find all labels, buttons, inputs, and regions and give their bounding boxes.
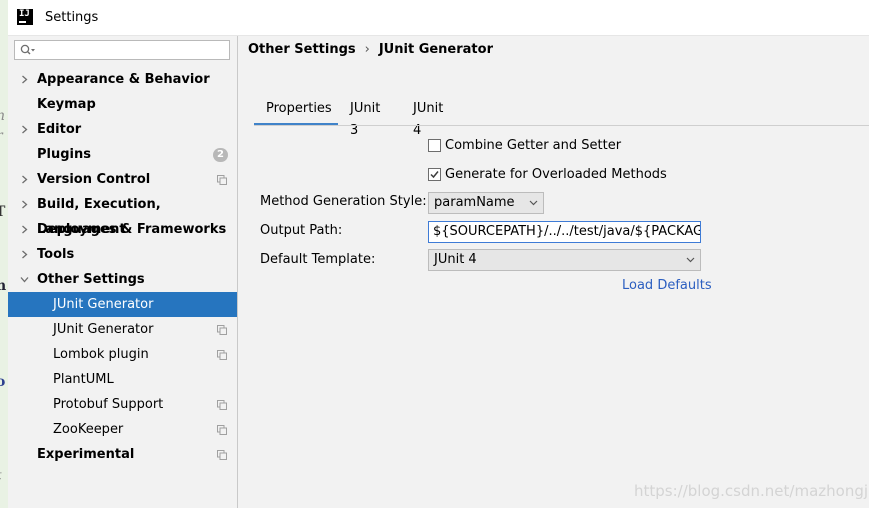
project-settings-copy-icon xyxy=(217,425,227,435)
chevron-right-icon[interactable] xyxy=(20,125,29,134)
intellij-logo-icon: IJ xyxy=(17,9,33,25)
background-window-strip: n r T n o t xyxy=(0,0,8,508)
breadcrumb-current: JUnit Generator xyxy=(378,42,493,57)
sidebar-item-junit-generator[interactable]: JUnit Generator xyxy=(8,317,237,342)
tab-junit-4[interactable]: JUnit 4 xyxy=(413,98,443,138)
background-glyph: n xyxy=(0,108,5,124)
tab-divider xyxy=(254,125,869,126)
chevron-right-icon[interactable] xyxy=(20,250,29,259)
sidebar-item-tools[interactable]: Tools xyxy=(8,242,237,267)
sidebar-item-label: JUnit Generator xyxy=(53,322,154,337)
breadcrumb-parent[interactable]: Other Settings xyxy=(248,42,356,57)
sidebar-item-plugins[interactable]: Plugins 2 xyxy=(8,142,237,167)
sidebar-item-plantuml[interactable]: PlantUML xyxy=(8,367,237,392)
update-count-badge: 2 xyxy=(213,148,228,162)
method-style-value: paramName xyxy=(434,195,515,210)
window-title: Settings xyxy=(45,10,99,25)
sidebar-item-label: Editor xyxy=(37,122,82,137)
settings-sidebar: Appearance & Behavior Keymap Editor Plug… xyxy=(8,36,238,508)
sidebar-item-junit-generator-selected[interactable]: JUnit Generator xyxy=(8,292,237,317)
sidebar-item-label: Keymap xyxy=(37,97,96,112)
checkbox-label: Combine Getter and Setter xyxy=(445,138,622,153)
search-input[interactable] xyxy=(14,40,230,60)
chevron-down-icon xyxy=(686,257,695,263)
chevron-right-icon[interactable] xyxy=(20,75,29,84)
sidebar-item-label: Other Settings xyxy=(37,272,145,287)
search-icon xyxy=(20,44,35,55)
method-style-select[interactable]: paramName xyxy=(428,192,544,214)
load-defaults-link[interactable]: Load Defaults xyxy=(622,278,712,293)
tab-properties[interactable]: Properties xyxy=(254,98,338,126)
sidebar-item-lombok-plugin[interactable]: Lombok plugin xyxy=(8,342,237,367)
chevron-down-icon[interactable] xyxy=(20,275,29,284)
chevron-right-icon[interactable] xyxy=(20,225,29,234)
settings-content-panel: Other Settings › JUnit Generator Propertie… xyxy=(238,36,869,508)
output-path-field[interactable]: ${SOURCEPATH}/../../test/java/${PACKAGE}… xyxy=(428,221,701,243)
background-glyph: n xyxy=(0,278,7,294)
output-path-label: Output Path: xyxy=(260,223,343,238)
watermark-text: https://blog.csdn.net/mazhongjia xyxy=(634,482,869,500)
settings-tree: Appearance & Behavior Keymap Editor Plug… xyxy=(8,67,237,467)
checkbox-label: Generate for Overloaded Methods xyxy=(445,167,667,182)
window-titlebar: IJ Settings xyxy=(8,0,869,36)
method-style-label: Method Generation Style: xyxy=(260,194,427,209)
tab-junit-3[interactable]: JUnit 3 xyxy=(350,98,380,138)
sidebar-item-languages-frameworks[interactable]: Languages & Frameworks xyxy=(8,217,237,242)
default-template-value: JUnit 4 xyxy=(434,252,477,267)
sidebar-item-label: JUnit Generator xyxy=(53,297,154,312)
generate-overloaded-checkbox[interactable] xyxy=(428,168,441,181)
project-settings-copy-icon xyxy=(217,325,227,335)
sidebar-item-label: Protobuf Support xyxy=(53,397,164,412)
background-glyph: T xyxy=(0,204,6,220)
sidebar-item-label: Lombok plugin xyxy=(53,347,149,362)
sidebar-item-other-settings[interactable]: Other Settings xyxy=(8,267,237,292)
default-template-label: Default Template: xyxy=(260,252,376,267)
background-glyph: r xyxy=(0,128,3,144)
sidebar-item-protobuf-support[interactable]: Protobuf Support xyxy=(8,392,237,417)
sidebar-item-label: Languages & Frameworks xyxy=(37,222,227,237)
sidebar-item-experimental[interactable]: Experimental xyxy=(8,442,237,467)
sidebar-item-version-control[interactable]: Version Control xyxy=(8,167,237,192)
sidebar-item-label: Appearance & Behavior xyxy=(37,72,210,87)
chevron-down-icon xyxy=(529,200,538,206)
sidebar-item-label: ZooKeeper xyxy=(53,422,124,437)
sidebar-item-label: Tools xyxy=(37,247,75,262)
sidebar-item-appearance-behavior[interactable]: Appearance & Behavior xyxy=(8,67,237,92)
breadcrumb: Other Settings › JUnit Generator xyxy=(248,42,493,57)
background-glyph: t xyxy=(0,468,2,484)
project-settings-copy-icon xyxy=(217,400,227,410)
sidebar-item-zookeeper[interactable]: ZooKeeper xyxy=(8,417,237,442)
sidebar-item-editor[interactable]: Editor xyxy=(8,117,237,142)
sidebar-item-label: Version Control xyxy=(37,172,151,187)
sidebar-item-keymap[interactable]: Keymap xyxy=(8,92,237,117)
sidebar-item-label: Experimental xyxy=(37,447,135,462)
project-settings-copy-icon xyxy=(217,175,227,185)
background-glyph: o xyxy=(0,374,6,390)
chevron-right-icon[interactable] xyxy=(20,200,29,209)
breadcrumb-separator: › xyxy=(364,42,370,57)
project-settings-copy-icon xyxy=(217,350,227,360)
project-settings-copy-icon xyxy=(217,450,227,460)
default-template-select[interactable]: JUnit 4 xyxy=(428,249,701,271)
combine-getter-setter-checkbox[interactable] xyxy=(428,139,441,152)
sidebar-item-label: PlantUML xyxy=(53,372,114,387)
sidebar-item-build-execution-deployment[interactable]: Build, Execution, Deployment xyxy=(8,192,237,237)
checkmark-icon xyxy=(430,171,439,179)
chevron-right-icon[interactable] xyxy=(20,175,29,184)
sidebar-item-label: Plugins xyxy=(37,147,91,162)
